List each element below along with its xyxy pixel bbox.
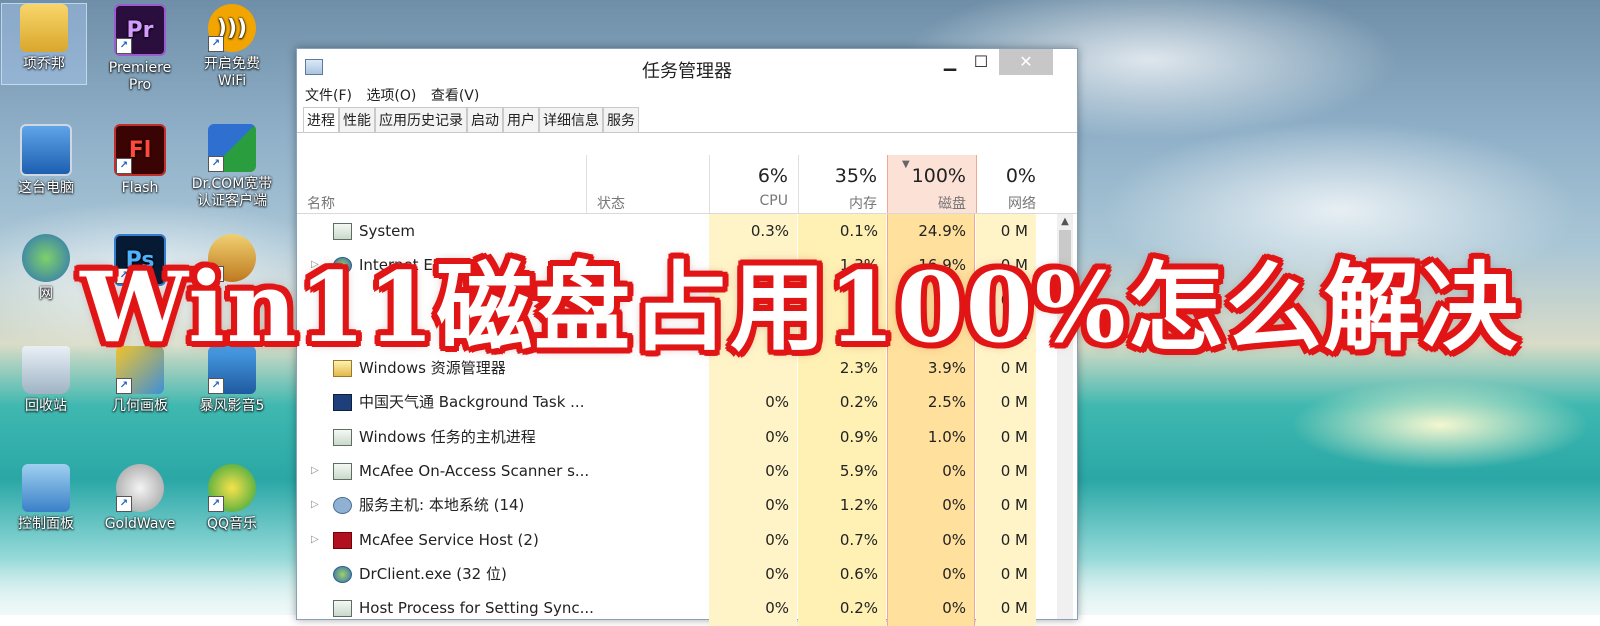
- tab-startup[interactable]: 启动: [467, 107, 503, 132]
- scroll-up-icon[interactable]: ▲: [1057, 214, 1073, 230]
- menu-bar: 文件(F) 选项(O) 查看(V): [297, 85, 1077, 107]
- user-folder-icon: [20, 4, 68, 52]
- maximize-button[interactable]: ☐: [968, 49, 994, 75]
- menu-view[interactable]: 查看(V): [431, 88, 480, 104]
- process-window-icon: [333, 463, 352, 481]
- table-row[interactable]: ▷ McAfee On-Access Scanner s... 0% 5.9% 0…: [297, 454, 1057, 489]
- minimize-button[interactable]: ▁: [937, 49, 963, 75]
- desktop-icon-qqmusic[interactable]: ↗ QQ音乐: [190, 464, 274, 533]
- table-row[interactable]: 中国天气通 Background Task ... 0% 0.2% 2.5% 0…: [297, 385, 1057, 420]
- wifi-icon: ))) ↗: [208, 4, 256, 52]
- icon-label: 控制面板: [18, 516, 74, 532]
- column-cpu[interactable]: 6% CPU: [709, 155, 798, 213]
- expand-chevron-icon[interactable]: ▷: [311, 488, 319, 522]
- menu-options[interactable]: 选项(O): [366, 88, 416, 104]
- desktop-icon-drcom[interactable]: ↗ Dr.COM宽带认证客户端: [190, 124, 274, 210]
- icon-label: 开启免费WiFi: [204, 56, 260, 89]
- expand-chevron-icon[interactable]: ▷: [311, 454, 319, 488]
- drcom-icon: ↗: [208, 124, 256, 172]
- icon-label: QQ音乐: [206, 516, 258, 532]
- weather-app-icon: [333, 394, 352, 412]
- column-memory[interactable]: 35% 内存: [798, 155, 887, 213]
- column-network[interactable]: 0% 网络: [976, 155, 1036, 213]
- icon-label: 几何画板: [112, 398, 168, 414]
- desktop-icon-computer[interactable]: 这台电脑: [4, 124, 88, 197]
- expand-chevron-icon[interactable]: ▷: [311, 523, 319, 557]
- column-name[interactable]: 名称: [297, 155, 585, 213]
- headline-banner: Win11磁盘占用100%怎么解决: [80, 251, 1520, 364]
- icon-label: Premiere Pro: [108, 60, 172, 93]
- desktop-icon-control-panel[interactable]: 控制面板: [4, 464, 88, 533]
- qqmusic-icon: ↗: [208, 464, 256, 512]
- icon-label: Dr.COM宽带认证客户端: [191, 176, 273, 209]
- tab-performance[interactable]: 性能: [339, 107, 375, 132]
- gear-icon: [333, 497, 352, 515]
- column-header: 名称 状态 6% CPU 35% 内存 ▼ 100% 磁盘 0% 网络: [297, 155, 1077, 214]
- globe-icon: [333, 565, 352, 583]
- desktop-icon-premiere[interactable]: Pr ↗ Premiere Pro: [98, 4, 182, 94]
- desktop-icon-user-folder[interactable]: 项乔邦: [1, 3, 87, 85]
- process-window-icon: [333, 223, 352, 240]
- tab-processes[interactable]: 进程: [303, 107, 339, 132]
- icon-label: 暴风影音5: [199, 398, 265, 414]
- process-window-icon: [333, 428, 352, 446]
- table-row[interactable]: ▷ 服务主机: 本地系统 (14) 0% 1.2% 0% 0 M: [297, 488, 1057, 523]
- mcafee-shield-icon: [333, 531, 352, 549]
- table-row[interactable]: ▷ McAfee Service Host (2) 0% 0.7% 0% 0 M: [297, 522, 1057, 557]
- close-button[interactable]: ✕: [999, 49, 1053, 75]
- premiere-icon: Pr ↗: [114, 4, 166, 56]
- tab-users[interactable]: 用户: [503, 107, 539, 132]
- table-row[interactable]: System 0.3% 0.1% 24.9% 0 M: [297, 214, 1057, 249]
- desktop-icon-flash[interactable]: Fl ↗ Flash: [98, 124, 182, 197]
- desktop-icon-wifi[interactable]: ))) ↗ 开启免费WiFi: [190, 4, 274, 90]
- sun-glow: [1290, 380, 1590, 470]
- table-row[interactable]: DrClient.exe (32 位) 0% 0.6% 0% 0 M: [297, 556, 1057, 592]
- tab-details[interactable]: 详细信息: [539, 107, 603, 132]
- sort-down-icon: ▼: [902, 159, 910, 170]
- menu-file[interactable]: 文件(F): [305, 88, 352, 104]
- column-disk[interactable]: ▼ 100% 磁盘: [887, 155, 977, 213]
- table-row[interactable]: Host Process for Setting Sync... 0% 0.2%…: [297, 591, 1057, 626]
- column-status[interactable]: 状态: [586, 155, 709, 213]
- table-row[interactable]: Windows 任务的主机进程 0% 0.9% 1.0% 0 M: [297, 419, 1057, 455]
- computer-icon: [20, 124, 72, 176]
- tab-app-history[interactable]: 应用历史记录: [375, 107, 467, 132]
- title-bar[interactable]: 任务管理器 ▁ ☐ ✕: [297, 49, 1077, 85]
- icon-label: GoldWave: [104, 516, 176, 532]
- icon-label: 这台电脑: [18, 180, 74, 196]
- control-panel-icon: [22, 464, 70, 512]
- tab-strip: 进程 性能 应用历史记录 启动 用户 详细信息 服务: [297, 107, 1077, 133]
- icon-label: Flash: [121, 180, 159, 196]
- tab-services[interactable]: 服务: [603, 107, 639, 132]
- desktop-icon-goldwave[interactable]: ↗ GoldWave: [98, 464, 182, 533]
- flash-icon: Fl ↗: [114, 124, 166, 176]
- icon-label: 项乔邦: [23, 56, 65, 72]
- goldwave-icon: ↗: [116, 464, 164, 512]
- icon-label: 回收站: [25, 398, 67, 414]
